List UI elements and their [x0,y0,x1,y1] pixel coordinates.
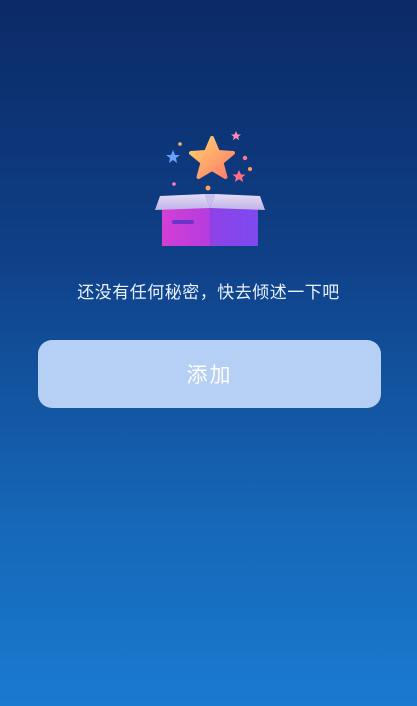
empty-secrets-screen: 还没有任何秘密，快去倾述一下吧 添加 [0,0,417,706]
add-button[interactable]: 添加 [38,340,381,408]
empty-state-message: 还没有任何秘密，快去倾述一下吧 [77,283,340,303]
add-button-label: 添加 [186,363,233,387]
gift-box-with-star-icon [155,131,265,246]
